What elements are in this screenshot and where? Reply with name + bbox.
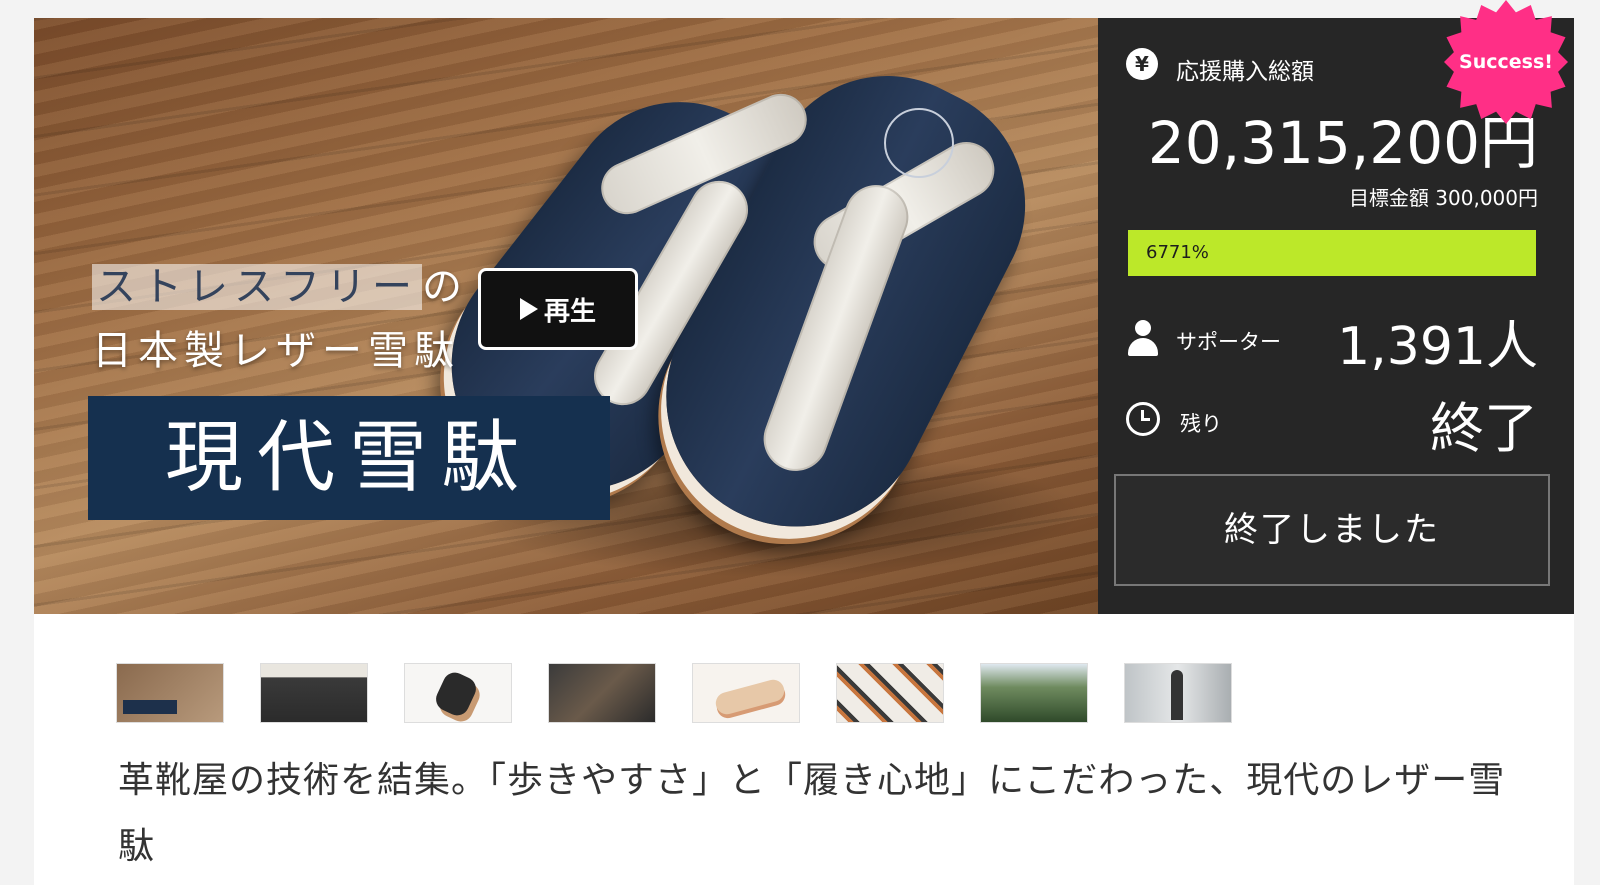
supporters-label: サポーター — [1176, 330, 1281, 354]
remaining-value: 終了 — [1430, 397, 1538, 460]
brand-logo — [884, 108, 954, 178]
hero-title: 現代雪駄 — [88, 396, 610, 520]
supporters-count: 1,391人 — [1337, 317, 1538, 377]
progress-bar: 6771% — [1128, 230, 1536, 276]
thumbnail-4[interactable] — [548, 663, 656, 723]
total-amount-label: 応援購入総額 — [1176, 59, 1314, 85]
thumbnail-8[interactable] — [1124, 663, 1232, 723]
hero-image: ストレスフリーの 日本製レザー雪駄 現代雪駄 再生 — [34, 18, 1098, 614]
thumbnail-7[interactable] — [980, 663, 1088, 723]
ended-button[interactable]: 終了しました — [1114, 474, 1550, 586]
thumbnail-3[interactable] — [404, 663, 512, 723]
remaining-label: 残り — [1180, 412, 1222, 436]
goal-amount: 目標金額 300,000円 — [1348, 186, 1538, 210]
hero-tagline-line2: 日本製レザー雪駄 — [92, 328, 460, 374]
project-description: 革靴屋の技術を結集。「歩きやすさ」と「履き心地」にこだわった、現代のレザー雪駄 — [118, 760, 1506, 867]
clock-icon — [1126, 402, 1160, 436]
thumbnail-strip — [116, 663, 1232, 723]
play-video-button[interactable]: 再生 — [478, 268, 638, 350]
thumbnail-5[interactable] — [692, 663, 800, 723]
person-icon — [1128, 320, 1158, 356]
tagline-highlight: ストレスフリー — [92, 264, 422, 310]
success-badge: Success! — [1444, 0, 1568, 124]
project-card: ストレスフリーの 日本製レザー雪駄 現代雪駄 再生 ¥ 応援購入総額 20,31… — [34, 18, 1574, 885]
thumbnail-1[interactable] — [116, 663, 224, 723]
yen-icon: ¥ — [1126, 48, 1158, 80]
play-icon — [519, 298, 538, 320]
tagline-suffix: の — [422, 264, 468, 310]
play-label: 再生 — [543, 296, 596, 327]
hero-tagline-line1: ストレスフリーの — [92, 254, 468, 312]
thumbnail-2[interactable] — [260, 663, 368, 723]
thumbnail-6[interactable] — [836, 663, 944, 723]
